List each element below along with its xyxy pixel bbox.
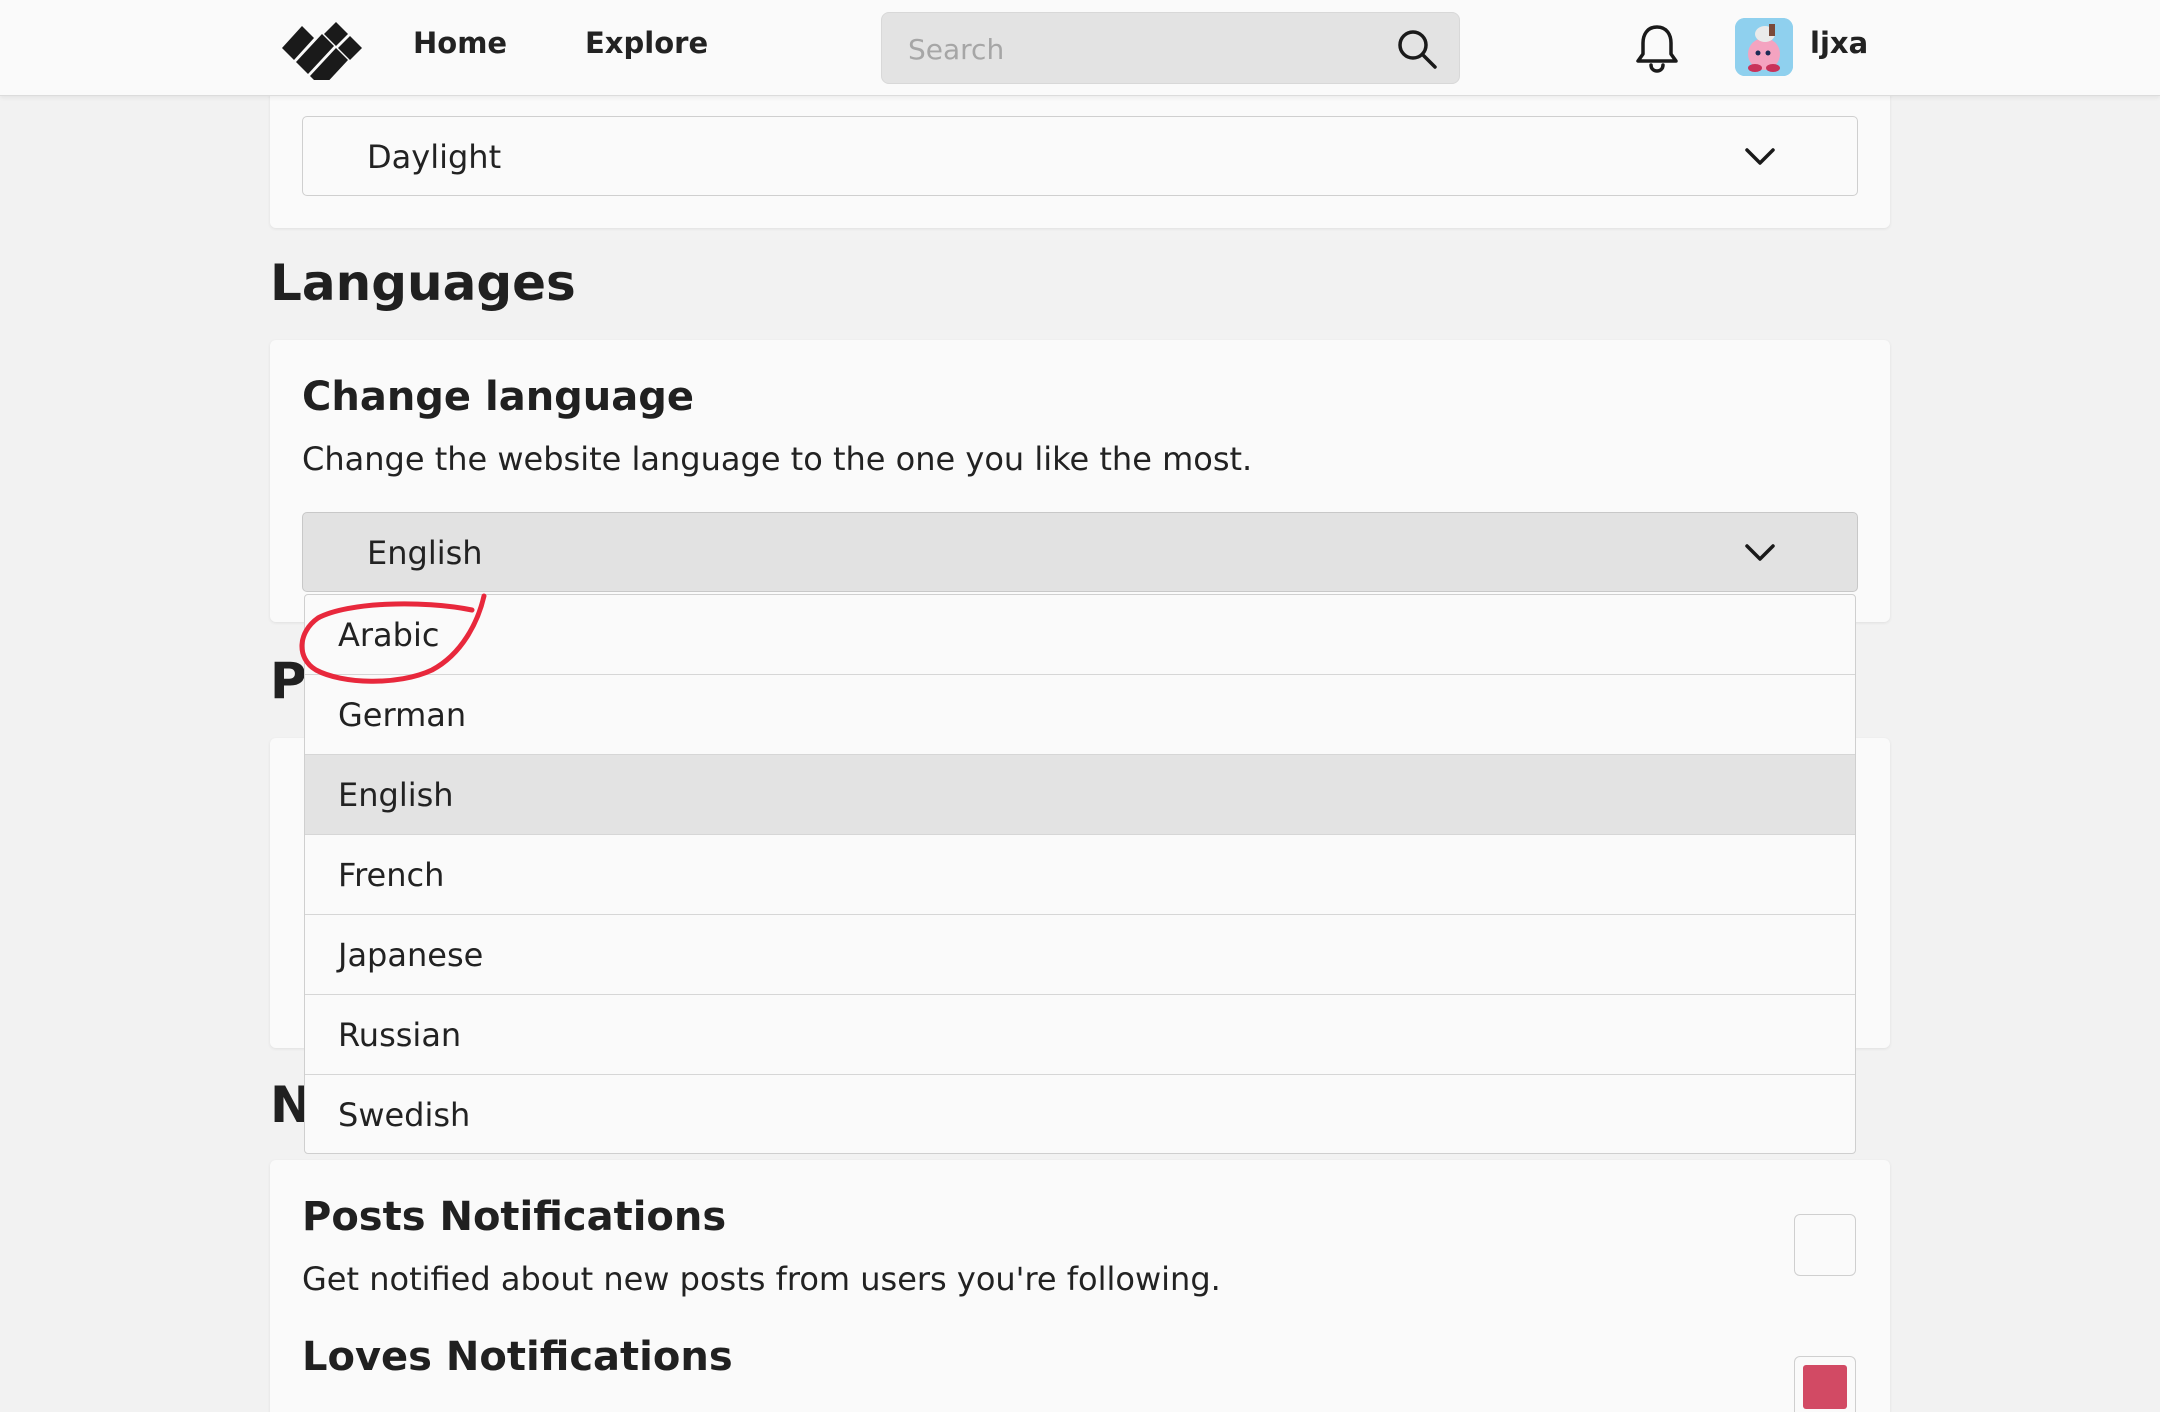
option-label: Swedish xyxy=(338,1096,471,1134)
posts-notifications-checkbox[interactable] xyxy=(1794,1214,1856,1276)
option-label: Japanese xyxy=(338,936,484,974)
posts-notifications-title: Posts Notifications xyxy=(302,1194,727,1240)
languages-heading: Languages xyxy=(270,254,576,312)
logo-icon[interactable] xyxy=(280,18,362,80)
username[interactable]: ljxa xyxy=(1810,26,1868,60)
language-option-english[interactable]: English xyxy=(305,755,1855,835)
search-placeholder: Search xyxy=(908,33,1005,66)
language-select[interactable]: English xyxy=(302,512,1858,592)
option-label: Arabic xyxy=(338,616,440,654)
posts-notifications-desc: Get notified about new posts from users … xyxy=(302,1260,1221,1298)
language-option-russian[interactable]: Russian xyxy=(305,995,1855,1075)
language-option-swedish[interactable]: Swedish xyxy=(305,1075,1855,1155)
language-option-german[interactable]: German xyxy=(305,675,1855,755)
search-input[interactable]: Search xyxy=(881,12,1460,84)
notifications-card: Posts Notifications Get notified about n… xyxy=(270,1160,1890,1412)
nav-explore-link[interactable]: Explore xyxy=(585,26,708,60)
loves-notifications-title: Loves Notifications xyxy=(302,1334,733,1380)
bell-icon[interactable] xyxy=(1633,22,1681,74)
nav-home-link[interactable]: Home xyxy=(413,26,507,60)
language-dropdown-list: Arabic German English French Japanese Ru… xyxy=(304,594,1856,1154)
chevron-down-icon xyxy=(1745,148,1775,165)
language-select-value: English xyxy=(367,534,483,572)
privacy-heading: P xyxy=(270,652,307,710)
change-language-desc: Change the website language to the one y… xyxy=(302,440,1253,478)
language-card: Change language Change the website langu… xyxy=(270,340,1890,622)
search-icon[interactable] xyxy=(1395,27,1439,71)
change-language-title: Change language xyxy=(302,374,695,420)
option-label: Russian xyxy=(338,1016,462,1054)
option-label: German xyxy=(338,696,467,734)
option-label: French xyxy=(338,856,445,894)
language-option-french[interactable]: French xyxy=(305,835,1855,915)
option-label: English xyxy=(338,776,454,814)
loves-notifications-checkbox[interactable] xyxy=(1794,1356,1856,1412)
theme-select[interactable]: Daylight xyxy=(302,116,1858,196)
theme-select-value: Daylight xyxy=(367,138,502,176)
avatar[interactable] xyxy=(1735,18,1793,76)
language-option-japanese[interactable]: Japanese xyxy=(305,915,1855,995)
chevron-down-icon xyxy=(1745,544,1775,561)
top-navigation-bar: Home Explore Search ljxa xyxy=(0,0,2160,96)
language-option-arabic[interactable]: Arabic xyxy=(305,595,1855,675)
